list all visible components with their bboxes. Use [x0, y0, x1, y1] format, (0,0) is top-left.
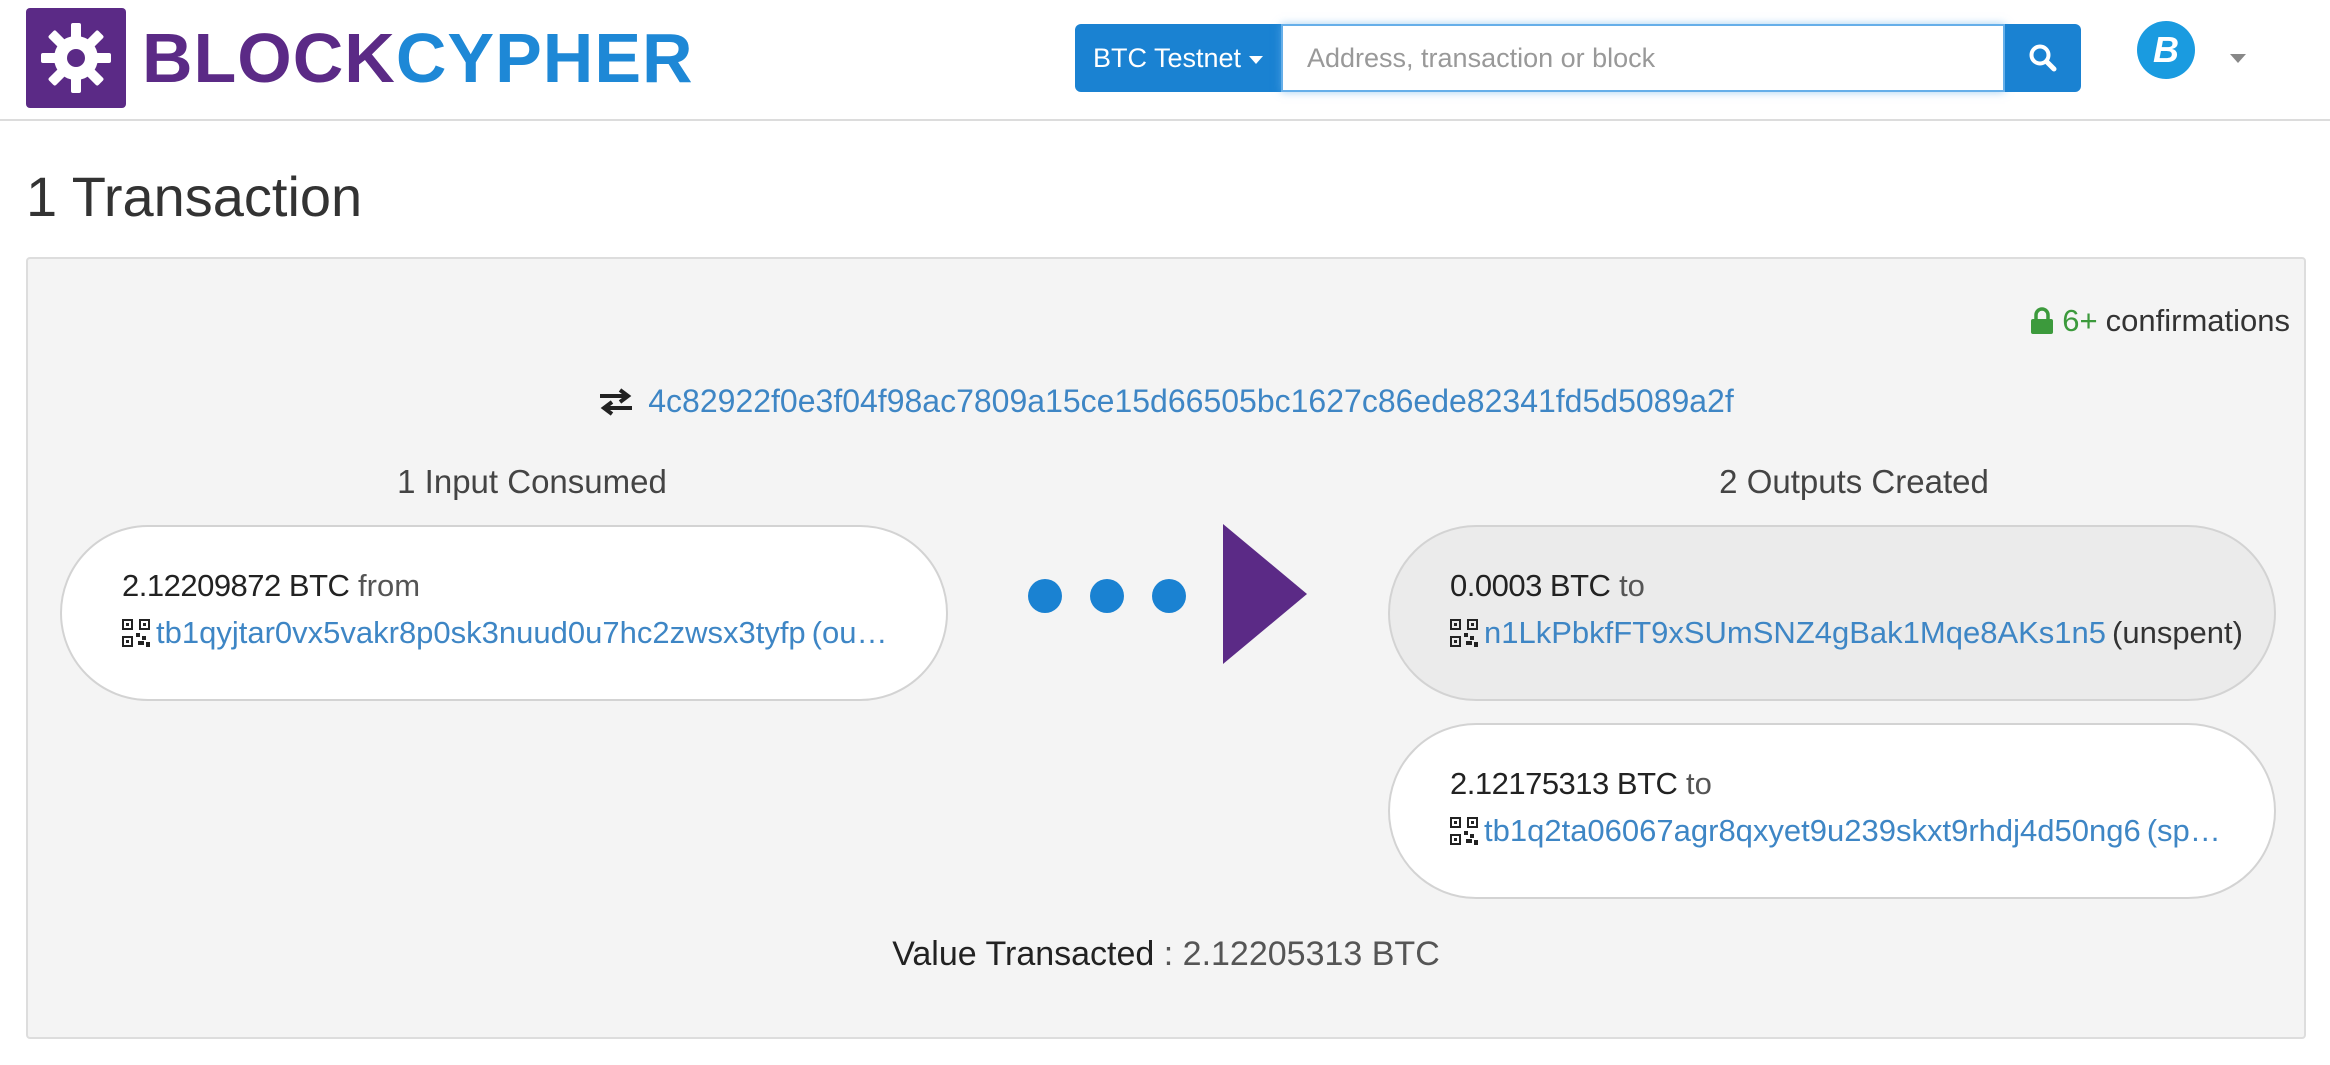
output-direction: to [1686, 766, 1712, 801]
search-icon [2029, 44, 2057, 72]
value-transacted-label: Value Transacted [892, 935, 1155, 973]
input-amount: 2.12209872 BTC [122, 568, 350, 603]
transaction-hash-link[interactable]: 4c82922f0e3f04f98ac7809a15ce15d66505bc16… [648, 383, 1733, 420]
qr-code-icon[interactable] [1450, 618, 1478, 647]
lock-icon [2031, 307, 2054, 334]
bitcoin-symbol: B [2153, 29, 2179, 70]
gear-logo-icon [26, 8, 126, 108]
flow-dot [1090, 579, 1124, 613]
input-address-link[interactable]: tb1qyjtar0vx5vakr8p0sk3nuud0u7hc2zwsx3ty… [156, 614, 806, 651]
input-amount-line: 2.12209872 BTC from [122, 567, 886, 604]
value-transacted-amount: 2.12205313 BTC [1182, 935, 1440, 973]
output-card: 0.0003 BTC to n1LkPbkfFT9xSUmSNZ4gBak1Mq… [1388, 525, 2276, 701]
output-address-line: n1LkPbkfFT9xSUmSNZ4gBak1Mqe8AKs1n5 (unsp… [1450, 614, 2243, 651]
logo-text-block: BLOCK [142, 19, 396, 97]
network-label: BTC Testnet [1092, 42, 1242, 73]
confirmations-label: confirmations [2105, 303, 2290, 338]
value-separator: : [1154, 935, 1183, 973]
logo-text-cypher: CYPHER [395, 19, 694, 97]
confirmations-indicator: 6+ confirmations [2030, 303, 2290, 339]
search-button[interactable] [2005, 24, 2081, 92]
logo-wordmark: BLOCKCYPHER [142, 23, 694, 93]
search-input[interactable] [1281, 24, 2005, 92]
user-menu-caret-icon[interactable] [2230, 54, 2246, 63]
flow-dots [1028, 579, 1186, 613]
output-amount-line: 0.0003 BTC to [1450, 567, 2214, 604]
inputs-title: 1 Input Consumed [397, 463, 667, 500]
input-direction: from [358, 568, 421, 603]
output-direction: to [1619, 568, 1645, 603]
input-card: 2.12209872 BTC from tb1qyjtar0vx5vakr8p0… [60, 525, 948, 701]
search-bar: BTC Testnet [1075, 24, 2081, 92]
qr-code-icon[interactable] [1450, 816, 1478, 845]
outputs-title: 2 Outputs Created [1719, 463, 1989, 500]
output-spent-status[interactable]: (sp… [2147, 812, 2221, 849]
flow-dot [1028, 579, 1062, 613]
qr-code-icon[interactable] [122, 618, 150, 647]
top-navbar: BLOCKCYPHER BTC Testnet B [0, 0, 2330, 121]
value-transacted: Value Transacted : 2.12205313 BTC [28, 935, 2304, 974]
output-address-line: tb1q2ta06067agr8qxyet9u239skxt9rhdj4d50n… [1450, 812, 2221, 849]
output-amount-line: 2.12175313 BTC to [1450, 765, 2214, 802]
play-arrow-icon [1223, 524, 1307, 664]
page-title: 1 Transaction [26, 165, 363, 228]
transaction-hash-row: 4c82922f0e3f04f98ac7809a15ce15d66505bc16… [28, 383, 2304, 420]
transaction-panel: 6+ confirmations 4c82922f0e3f04f98ac7809… [26, 257, 2306, 1039]
output-address-link[interactable]: n1LkPbkfFT9xSUmSNZ4gBak1Mqe8AKs1n5 [1484, 614, 2106, 651]
bitcoin-icon[interactable]: B [2137, 21, 2195, 79]
input-output-status[interactable]: (ou… [812, 614, 888, 651]
exchange-arrows-icon [600, 387, 633, 416]
output-card: 2.12175313 BTC to tb1q2ta06067agr8qxyet9… [1388, 723, 2276, 899]
output-address-link[interactable]: tb1q2ta06067agr8qxyet9u239skxt9rhdj4d50n… [1484, 812, 2141, 849]
confirmations-count: 6+ [2062, 303, 2098, 338]
output-amount: 2.12175313 BTC [1450, 766, 1678, 801]
input-address-line: tb1qyjtar0vx5vakr8p0sk3nuud0u7hc2zwsx3ty… [122, 614, 888, 651]
output-amount: 0.0003 BTC [1450, 568, 1611, 603]
output-spent-status: (unspent) [2112, 615, 2243, 651]
blockcypher-logo[interactable]: BLOCKCYPHER [26, 8, 694, 108]
flow-dot [1152, 579, 1186, 613]
caret-down-icon [1249, 55, 1264, 64]
network-dropdown-button[interactable]: BTC Testnet [1075, 24, 1281, 92]
